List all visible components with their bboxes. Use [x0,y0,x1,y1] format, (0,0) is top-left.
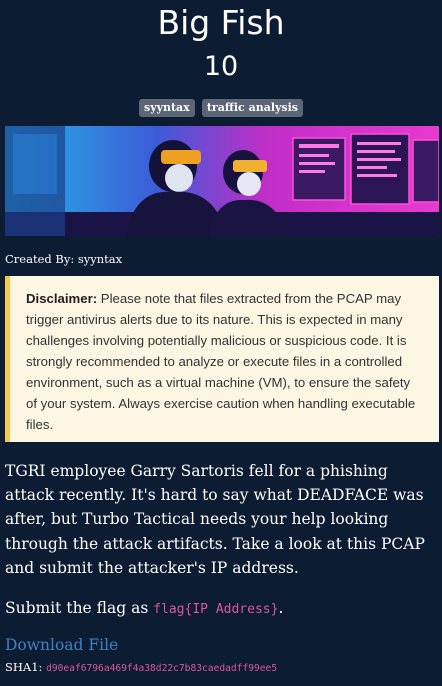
sha1-label: SHA1: [5,660,43,674]
challenge-banner-image [5,126,439,236]
tag-category[interactable]: traffic analysis [201,99,303,117]
challenge-points: 10 [203,51,239,82]
download-file-link[interactable]: Download File [5,636,118,654]
challenge-title: Big Fish [157,3,285,42]
submit-instructions: Submit the flag as flag{IP Address}. [5,596,435,622]
sha1-hash: d90eaf6796a469f4a38d22c7b83caedadff99ee5 [46,663,278,674]
submit-prefix: Submit the flag as [5,599,154,617]
tag-author[interactable]: syyntax [139,99,195,117]
challenge-page: Big Fish 10 syyntax traffic analysis Cre… [0,0,442,686]
created-by: Created By: syyntax [5,252,123,266]
sha1-row: SHA1: d90eaf6796a469f4a38d22c7b83caedadf… [5,660,277,674]
tag-list: syyntax traffic analysis [0,96,442,117]
challenge-description: TGRI employee Garry Sartoris fell for a … [5,462,425,577]
disclaimer-label: Disclaimer: [26,291,98,306]
flag-format: flag{IP Address} [153,602,279,617]
submit-suffix: . [278,599,284,617]
disclaimer-box: Disclaimer: Please note that files extra… [5,276,439,442]
disclaimer-text: Please note that files extracted from th… [26,291,416,432]
